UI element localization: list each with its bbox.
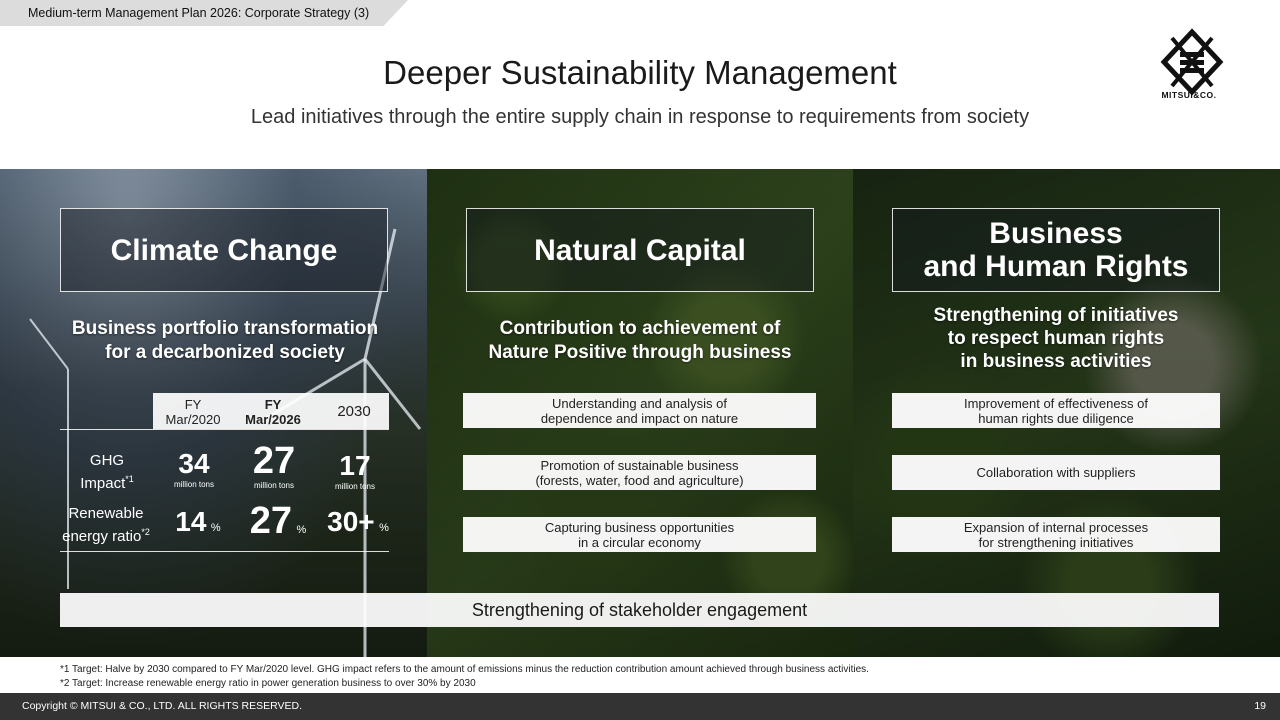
- climate-table-rule-top: [60, 429, 389, 430]
- rights-subheading-line3: in business activities: [960, 351, 1152, 372]
- ghg-value-2030: 17 million tons: [334, 450, 375, 491]
- page-subtitle: Lead initiatives through the entire supp…: [250, 106, 1030, 128]
- climate-heading-box: Climate Change: [60, 208, 388, 292]
- climate-subheading: Business portfolio transformation for a …: [40, 317, 410, 365]
- rights-heading-box: Business and Human Rights: [892, 208, 1220, 292]
- rights-item-1: Improvement of effectiveness of human rig…: [892, 393, 1220, 428]
- rights-heading-line1: Business: [989, 217, 1123, 250]
- rights-item-3: Expansion of internal processes for stren…: [892, 517, 1220, 552]
- natural-item-1: Understanding and analysis of dependence …: [463, 393, 816, 428]
- rights-subheading-line1: Strengthening of initiatives: [933, 305, 1179, 326]
- footnote-1: *1 Target: Halve by 2030 compared to FY …: [60, 664, 869, 675]
- stakeholder-engagement-bar: Strengthening of stakeholder engagement: [60, 593, 1219, 627]
- climate-heading: Climate Change: [110, 233, 338, 267]
- natural-item-2: Promotion of sustainable business (forest…: [463, 455, 816, 490]
- footnote-2: *2 Target: Increase renewable energy rat…: [60, 678, 476, 689]
- page-title: Deeper Sustainability Management: [383, 54, 897, 91]
- page-number: 19: [1254, 700, 1266, 712]
- rights-heading-line2: and Human Rights: [923, 250, 1189, 283]
- renewable-row-label: Renewable energy ratio*2: [62, 505, 150, 545]
- climate-subheading-line2: for a decarbonized society: [105, 342, 345, 363]
- climate-col-header-2020: FY Mar/2020: [165, 397, 221, 427]
- ghg-value-2020: 34 million tons: [173, 448, 214, 489]
- natural-subheading-line1: Contribution to achievement of: [499, 318, 781, 339]
- rights-item-2: Collaboration with suppliers: [892, 455, 1220, 490]
- renewable-value-2020: 14 %: [175, 506, 221, 537]
- ghg-row-label: GHG Impact*1: [80, 452, 134, 492]
- renewable-value-2026: 27 %: [249, 500, 307, 542]
- natural-subheading-line2: Nature Positive through business: [488, 342, 792, 363]
- copyright-text: Copyright © MITSUI & CO., LTD. ALL RIGHT…: [22, 700, 303, 712]
- natural-heading-box: Natural Capital: [466, 208, 814, 292]
- stakeholder-engagement-text: Strengthening of stakeholder engagement: [471, 599, 808, 620]
- section-tab: Medium-term Management Plan 2026: Corpor…: [0, 0, 408, 26]
- climate-table-rule-bottom: [60, 551, 389, 552]
- natural-item-3: Capturing business opportunities in a cir…: [463, 517, 816, 552]
- climate-col-header-2026: FY Mar/2026: [245, 397, 301, 427]
- climate-subheading-line1: Business portfolio transformation: [71, 318, 379, 339]
- footer-bar: Copyright © MITSUI & CO., LTD. ALL RIGHT…: [0, 693, 1280, 720]
- logo-wordmark: MITSUI&CO.: [1161, 90, 1217, 100]
- natural-heading: Natural Capital: [534, 233, 746, 267]
- ghg-value-2026: 27 million tons: [252, 440, 296, 490]
- natural-subheading: Contribution to achievement of Nature Po…: [450, 317, 830, 365]
- climate-col-header-2030: 2030: [337, 403, 371, 420]
- rights-subheading-line2: to respect human rights: [947, 328, 1165, 349]
- renewable-value-2030: 30+ %: [327, 506, 389, 537]
- rights-subheading: Strengthening of initiatives to respect …: [866, 304, 1246, 373]
